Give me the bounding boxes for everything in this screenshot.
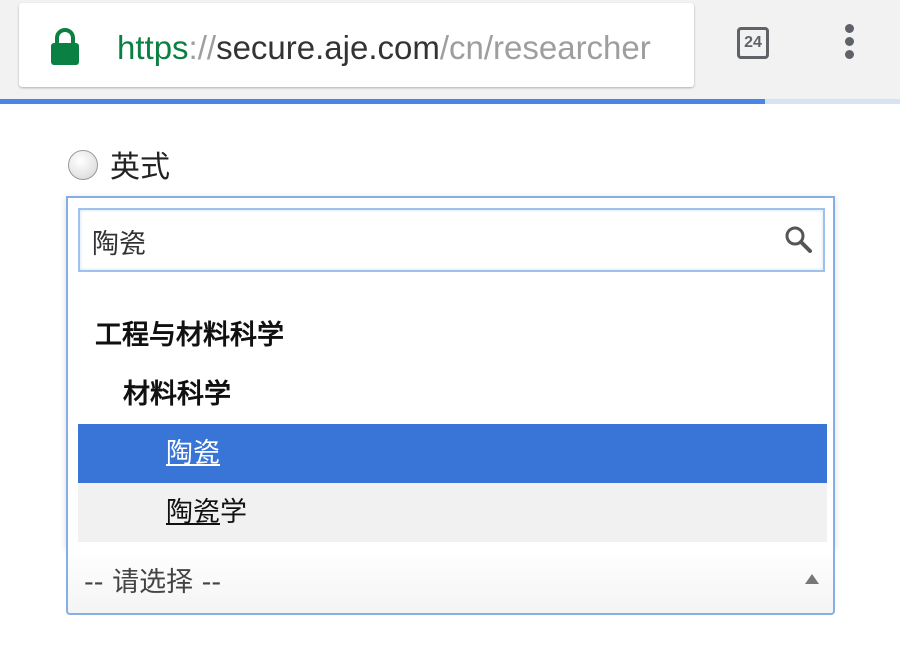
tab-count: 24	[744, 34, 762, 51]
option-rest-text: 学	[220, 497, 247, 528]
url-text: https://secure.aje.com/cn/researcher	[117, 25, 651, 71]
dropdown-search-input[interactable]	[90, 218, 774, 264]
subject-select[interactable]: -- 请选择 --	[66, 548, 835, 615]
option-group-materials-science: 材料科学	[78, 365, 827, 424]
option-match-text: 陶瓷	[166, 497, 220, 528]
url-separator: ://	[188, 29, 217, 66]
select-value: -- 请选择 --	[84, 567, 222, 598]
subject-dropdown-panel: 工程与材料科学 材料科学 陶瓷 陶瓷学	[66, 196, 835, 548]
option-ceramics-science[interactable]: 陶瓷学	[78, 483, 827, 542]
progress-fill	[0, 99, 765, 104]
url-host: secure.aje.com	[216, 29, 440, 66]
option-group-engineering: 工程与材料科学	[78, 306, 827, 365]
overflow-menu-icon[interactable]	[836, 24, 862, 64]
page-load-progress	[0, 99, 900, 104]
search-icon	[785, 226, 812, 253]
triangle-up-icon	[805, 574, 819, 584]
dropdown-results: 工程与材料科学 材料科学 陶瓷 陶瓷学	[78, 306, 827, 542]
dropdown-search-box[interactable]	[78, 208, 825, 272]
url-scheme: https	[117, 29, 189, 66]
option-match-text: 陶瓷	[166, 438, 220, 469]
browser-toolbar: https://secure.aje.com/cn/researcher 24	[0, 0, 900, 104]
option-ceramics[interactable]: 陶瓷	[78, 424, 827, 483]
address-bar[interactable]: https://secure.aje.com/cn/researcher	[19, 3, 694, 87]
radio-label: 英式	[110, 150, 170, 185]
tab-switcher-button[interactable]: 24	[737, 27, 769, 59]
lock-icon	[51, 28, 79, 65]
option-group-label: 材料科学	[123, 379, 231, 410]
option-group-label: 工程与材料科学	[95, 320, 284, 351]
radio-button[interactable]	[68, 150, 98, 180]
url-path: /cn/researcher	[439, 29, 651, 66]
